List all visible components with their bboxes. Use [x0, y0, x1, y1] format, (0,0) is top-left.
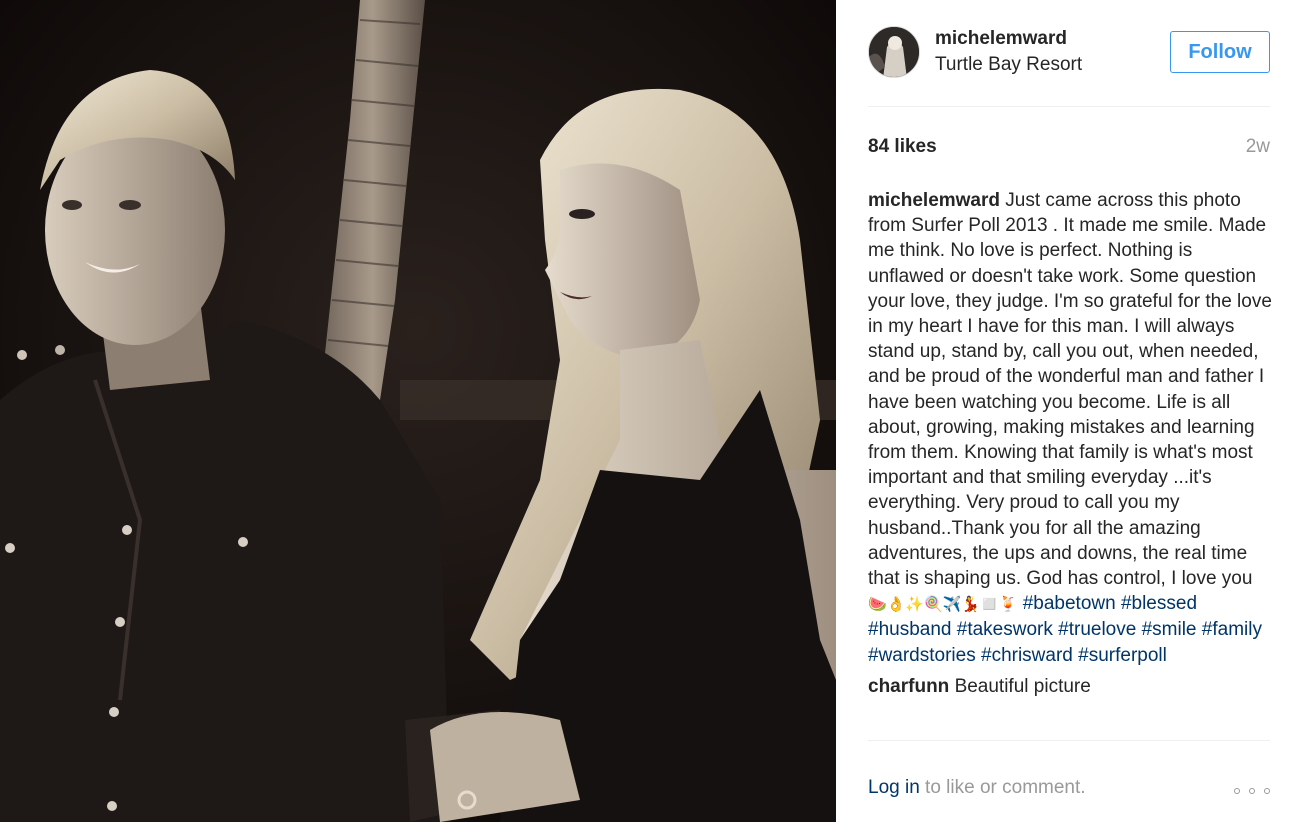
location-link[interactable]: Turtle Bay Resort [935, 54, 1082, 76]
comment-username[interactable]: charfunn [868, 676, 949, 697]
avatar-image [869, 27, 919, 77]
dot [1249, 788, 1255, 794]
follow-button[interactable]: Follow [1170, 31, 1270, 73]
dot [1264, 788, 1270, 794]
hashtag-link[interactable]: #wardstories [868, 645, 976, 666]
hashtag-link[interactable]: #husband [868, 619, 951, 640]
hashtag-link[interactable]: #chrisward [981, 645, 1073, 666]
avatar[interactable] [868, 26, 920, 78]
post-footer: Log in to like or comment. [868, 740, 1270, 811]
comment-text: Beautiful picture [954, 675, 1091, 697]
caption-emojis: 🍉👌✨🍭✈️💃◻️🍹 [868, 595, 1018, 614]
login-prompt: Log in to like or comment. [868, 777, 1086, 799]
caption-username[interactable]: michelemward [868, 190, 1000, 211]
post-header: michelemward Turtle Bay Resort Follow [868, 24, 1270, 107]
post-timestamp[interactable]: 2w [1246, 136, 1270, 158]
username-link[interactable]: michelemward [935, 28, 1067, 50]
hashtag-link[interactable]: #smile [1142, 619, 1197, 640]
hashtag-link[interactable]: #blessed [1121, 593, 1197, 614]
dot [1234, 788, 1240, 794]
hashtag-link[interactable]: #takeswork [957, 619, 1053, 640]
post-photo[interactable] [0, 0, 836, 822]
hashtag-link[interactable]: #truelove [1058, 619, 1136, 640]
photo-image [0, 0, 836, 822]
hashtag-link[interactable]: #babetown [1023, 593, 1116, 614]
likes-row: 84 likes 2w [868, 136, 1270, 160]
more-options-icon[interactable] [1234, 785, 1270, 797]
caption-text: Just came across this photo from Surfer … [868, 190, 1272, 590]
caption: michelemward Just came across this photo… [868, 188, 1272, 668]
login-link[interactable]: Log in [868, 777, 920, 798]
comment-item: charfunn Beautiful picture [868, 674, 1272, 699]
hashtag-link[interactable]: #family [1202, 619, 1262, 640]
comments-list[interactable]: michelemward Just came across this photo… [868, 188, 1272, 740]
hashtag-link[interactable]: #surferpoll [1078, 645, 1167, 666]
likes-count[interactable]: 84 likes [868, 136, 937, 158]
post-sidebar: michelemward Turtle Bay Resort Follow 84… [836, 0, 1304, 833]
login-prompt-text: to like or comment. [919, 777, 1086, 798]
